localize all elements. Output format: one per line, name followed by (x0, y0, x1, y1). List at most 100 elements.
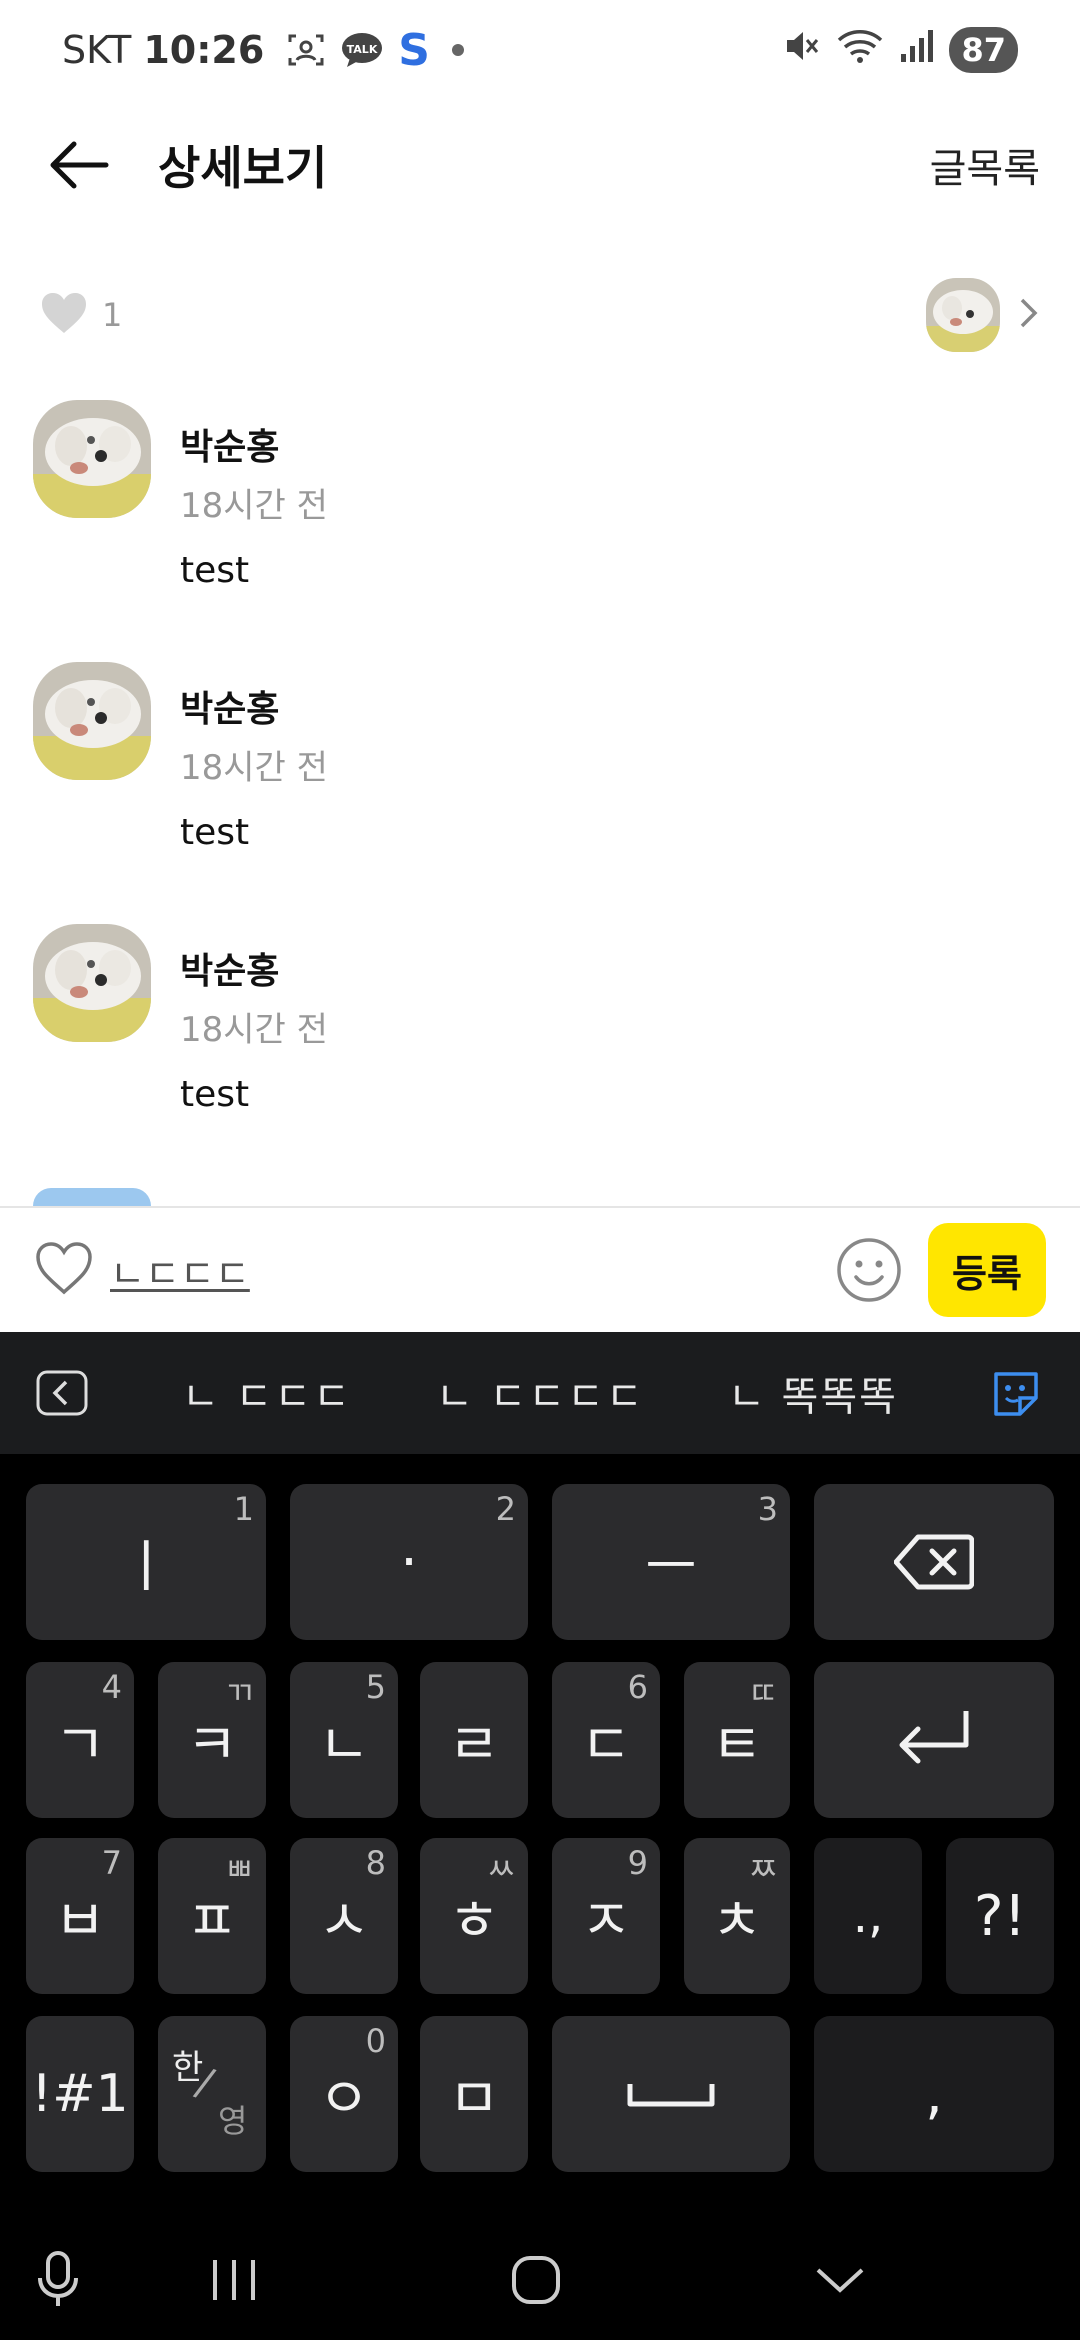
key-label: ㅣ (120, 1534, 172, 1600)
key-label: ㅇ (318, 2066, 370, 2132)
recent-apps-button[interactable] (202, 2248, 266, 2312)
keyboard-toolbar: ㄴ ㄷㄷㄷ ㄴ ㄷㄷㄷㄷ ㄴ 똑똑똑 (0, 1332, 1080, 1454)
key-hint: 9 (627, 1844, 648, 1882)
key-r[interactable]: ㄹ (420, 1662, 528, 1818)
signal-icon (899, 26, 935, 75)
key-hint: 8 (365, 1844, 386, 1882)
avatar[interactable] (33, 924, 151, 1042)
keyboard-collapse-button[interactable] (36, 1370, 88, 1416)
hide-keyboard-button[interactable] (808, 2248, 872, 2312)
key-d[interactable]: ㄷ 6 (552, 1662, 660, 1818)
key-label: ㅁ (448, 2066, 500, 2132)
comment-input-bar: ㄴㄷㄷㄷ 등록 (0, 1206, 1080, 1332)
key-label: ㅈ (580, 1888, 632, 1954)
app-header: 상세보기 글목록 (0, 110, 1080, 220)
key-label: ㅡ (645, 1534, 697, 1600)
key-hint: ㅉ (748, 1850, 778, 1888)
key-t[interactable]: ㅌ ㄸ (684, 1662, 790, 1818)
key-vowel-dot[interactable]: · 2 (290, 1484, 528, 1640)
key-b[interactable]: ㅂ 7 (26, 1838, 134, 1994)
keyboard: ㄴ ㄷㄷㄷ ㄴ ㄷㄷㄷㄷ ㄴ 똑똑똑 ㅣ 1 · 2 ㅡ 3 ㄱ 4 ㅋ ㄲ ㄴ… (0, 1332, 1080, 2340)
key-symbols[interactable]: !#1 (26, 2016, 134, 2172)
post-list-link[interactable]: 글목록 (930, 136, 1040, 194)
avatar[interactable] (33, 662, 151, 780)
key-label: ., (852, 1888, 884, 1944)
key-sub-label: 영 (218, 2102, 248, 2140)
status-bar: SKT 10:26 TALK S 87 (0, 0, 1080, 100)
sticker-button[interactable] (990, 1368, 1042, 1420)
back-button[interactable] (40, 126, 118, 204)
wifi-icon (835, 26, 885, 75)
key-o[interactable]: ㅇ 0 (290, 2016, 398, 2172)
liker-list-button[interactable] (926, 278, 1040, 352)
key-label: · (400, 1529, 418, 1595)
space-icon (627, 2084, 715, 2107)
heart-outline-icon[interactable] (34, 1240, 94, 1300)
key-label: ㅂ (54, 1888, 106, 1954)
key-p[interactable]: ㅍ ㅃ (158, 1838, 266, 1994)
key-hint: 4 (101, 1668, 122, 1706)
key-question-exclaim[interactable]: ?! (946, 1838, 1054, 1994)
key-label: ?! (973, 1883, 1027, 1949)
key-hint: 2 (495, 1490, 516, 1528)
backspace-icon (894, 1534, 974, 1590)
key-hint: ㄲ (224, 1674, 254, 1712)
home-button[interactable] (504, 2248, 568, 2312)
key-backspace[interactable] (814, 1484, 1054, 1640)
key-hint: ㄸ (748, 1674, 778, 1712)
comment-item: 박순홍 18시간 전 test (0, 662, 1080, 902)
suggestion-item[interactable]: ㄴ 똑똑똑 (728, 1332, 898, 1454)
emoji-button[interactable] (836, 1237, 902, 1303)
comment-author: 박순홍 (180, 689, 280, 730)
key-hint: 5 (365, 1668, 386, 1706)
suggestion-item[interactable]: ㄴ ㄷㄷㄷ (182, 1332, 352, 1454)
liker-avatar (926, 278, 1000, 352)
recent-apps-icon (213, 2260, 255, 2300)
suggestion-item[interactable]: ㄴ ㄷㄷㄷㄷ (436, 1332, 645, 1454)
submit-button[interactable]: 등록 (928, 1223, 1046, 1317)
key-vowel-i[interactable]: ㅣ 1 (26, 1484, 266, 1640)
s-app-icon: S (398, 24, 430, 76)
key-label: ㄷ (580, 1712, 632, 1778)
sticker-icon (994, 1372, 1038, 1416)
comment-item: 박순홍 18시간 전 test (0, 400, 1080, 640)
chevron-right-icon (1018, 296, 1040, 334)
voice-input-button[interactable] (26, 2248, 90, 2312)
key-vowel-eu[interactable]: ㅡ 3 (552, 1484, 790, 1640)
key-space[interactable] (552, 2016, 790, 2172)
key-hint: ㅆ (486, 1850, 516, 1888)
key-ch[interactable]: ㅊ ㅉ (684, 1838, 790, 1994)
comment-item: 박순홍 18시간 전 test (0, 924, 1080, 1164)
key-language-toggle[interactable]: 한 / 영 (158, 2016, 266, 2172)
key-k[interactable]: ㅋ ㄲ (158, 1662, 266, 1818)
avatar[interactable] (33, 400, 151, 518)
microphone-icon (38, 2251, 78, 2306)
smiley-icon (837, 1238, 901, 1302)
key-label: ㄱ (54, 1712, 106, 1778)
carrier-label: SKT (62, 28, 132, 72)
comment-time: 18시간 전 (180, 748, 328, 788)
comment-text: test (180, 550, 250, 591)
key-g[interactable]: ㄱ 4 (26, 1662, 134, 1818)
key-comma[interactable]: , (814, 2016, 1054, 2172)
comment-input[interactable]: ㄴㄷㄷㄷ (110, 1243, 250, 1298)
key-label: ㄴ (318, 1712, 370, 1778)
key-j[interactable]: ㅈ 9 (552, 1838, 660, 1994)
key-hint: 3 (757, 1490, 778, 1528)
page-title: 상세보기 (158, 141, 328, 195)
key-n[interactable]: ㄴ 5 (290, 1662, 398, 1818)
chevron-down-icon (816, 2268, 864, 2293)
key-s[interactable]: ㅅ 8 (290, 1838, 398, 1994)
enter-icon (899, 1711, 969, 1764)
key-period-comma[interactable]: ., (814, 1838, 922, 1994)
key-hint: 7 (101, 1844, 122, 1882)
comment-text: test (180, 1074, 250, 1115)
key-hint: 1 (233, 1490, 254, 1528)
heart-icon[interactable] (40, 291, 88, 339)
key-h[interactable]: ㅎ ㅆ (420, 1838, 528, 1994)
key-enter[interactable] (814, 1662, 1054, 1818)
like-count: 1 (102, 296, 123, 334)
avatar (33, 1188, 151, 1206)
key-m[interactable]: ㅁ (420, 2016, 528, 2172)
key-label: ㅅ (318, 1888, 370, 1954)
